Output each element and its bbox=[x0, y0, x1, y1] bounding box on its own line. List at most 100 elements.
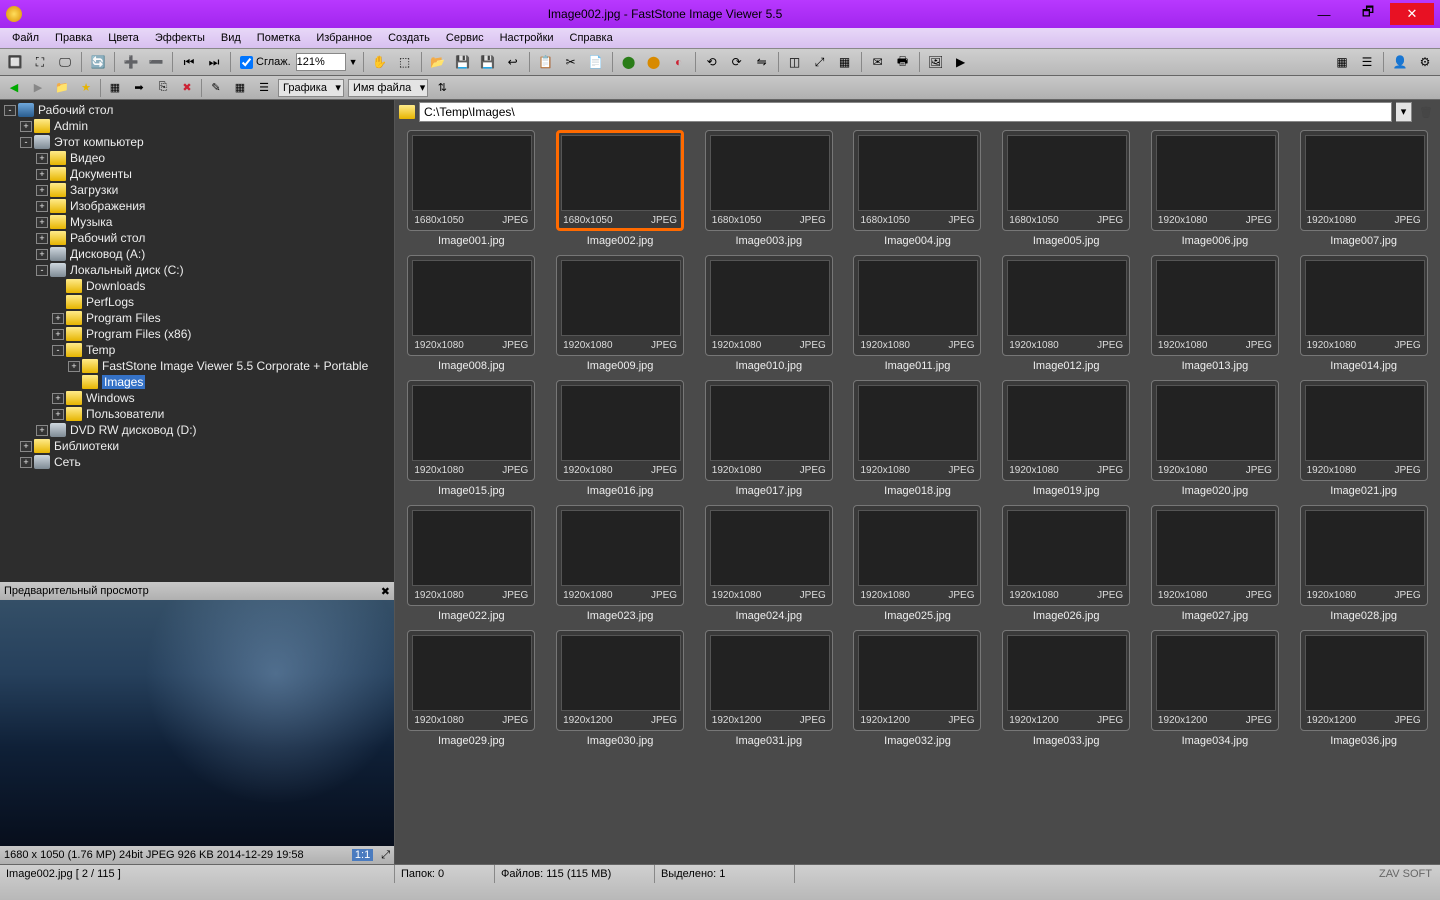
thumbnail[interactable]: 1920x1080JPEGImage016.jpg bbox=[550, 380, 691, 497]
preview-pane[interactable] bbox=[0, 600, 394, 846]
thumbnail[interactable]: 1920x1080JPEGImage014.jpg bbox=[1293, 255, 1434, 372]
flip-h-icon[interactable]: ⇋ bbox=[751, 51, 773, 73]
thumbnail[interactable]: 1920x1080JPEGImage027.jpg bbox=[1145, 505, 1286, 622]
cut-icon[interactable]: ✂ bbox=[560, 51, 582, 73]
thumbnail[interactable]: 1920x1200JPEGImage034.jpg bbox=[1145, 630, 1286, 747]
ratio-badge[interactable]: 1:1 bbox=[352, 849, 373, 861]
tree-item[interactable]: +Program Files (x86) bbox=[0, 326, 394, 342]
tree-item[interactable]: +Музыка bbox=[0, 214, 394, 230]
tree-item[interactable]: +Admin bbox=[0, 118, 394, 134]
tree-item[interactable]: -Temp bbox=[0, 342, 394, 358]
tree-item[interactable]: +Видео bbox=[0, 150, 394, 166]
zoom-in-icon[interactable]: ➕ bbox=[120, 51, 142, 73]
thumbnail[interactable]: 1920x1080JPEGImage028.jpg bbox=[1293, 505, 1434, 622]
tree-item[interactable]: +Документы bbox=[0, 166, 394, 182]
tool1-icon[interactable]: ⬤ bbox=[618, 51, 640, 73]
listview2-icon[interactable]: ☰ bbox=[254, 78, 274, 98]
menu-item[interactable]: Справка bbox=[562, 30, 621, 46]
tree-item[interactable]: -Рабочий стол bbox=[0, 102, 394, 118]
filter-dropdown[interactable]: Графика bbox=[278, 79, 344, 97]
thumbnail[interactable]: 1920x1080JPEGImage019.jpg bbox=[996, 380, 1137, 497]
fav-icon[interactable]: ★ bbox=[76, 78, 96, 98]
thumbnail[interactable]: 1920x1080JPEGImage017.jpg bbox=[698, 380, 839, 497]
select-icon[interactable]: ⬚ bbox=[394, 51, 416, 73]
thumbnail[interactable]: 1920x1080JPEGImage018.jpg bbox=[847, 380, 988, 497]
fullscreen-icon[interactable]: ⛶ bbox=[29, 51, 51, 73]
thumbnail[interactable]: 1680x1050JPEGImage004.jpg bbox=[847, 130, 988, 247]
next-icon[interactable]: ⏭ bbox=[203, 51, 225, 73]
batch-icon[interactable]: ▦ bbox=[105, 78, 125, 98]
tree-item[interactable]: -Локальный диск (C:) bbox=[0, 262, 394, 278]
thumbnail[interactable]: 1920x1080JPEGImage021.jpg bbox=[1293, 380, 1434, 497]
sortdir-icon[interactable]: ⇅ bbox=[432, 78, 452, 98]
tree-item[interactable]: +Загрузки bbox=[0, 182, 394, 198]
thumbnail[interactable]: 1920x1200JPEGImage033.jpg bbox=[996, 630, 1137, 747]
saveas-icon[interactable]: 💾 bbox=[477, 51, 499, 73]
thumbnail-grid[interactable]: 1680x1050JPEGImage001.jpg1680x1050JPEGIm… bbox=[395, 124, 1440, 864]
thumbnail[interactable]: 1920x1200JPEGImage031.jpg bbox=[698, 630, 839, 747]
delete-icon[interactable]: ✖ bbox=[177, 78, 197, 98]
open-icon[interactable]: 📂 bbox=[427, 51, 449, 73]
tree-item[interactable]: Images bbox=[0, 374, 394, 390]
thumbnail[interactable]: 1920x1080JPEGImage024.jpg bbox=[698, 505, 839, 622]
tree-item[interactable]: +Рабочий стол bbox=[0, 230, 394, 246]
copy2-icon[interactable]: ⎘ bbox=[153, 78, 173, 98]
menu-item[interactable]: Правка bbox=[47, 30, 100, 46]
thumbnail[interactable]: 1920x1080JPEGImage015.jpg bbox=[401, 380, 542, 497]
smooth-checkbox[interactable] bbox=[240, 56, 253, 69]
thumbnail[interactable]: 1920x1080JPEGImage007.jpg bbox=[1293, 130, 1434, 247]
rename-icon[interactable]: ✎ bbox=[206, 78, 226, 98]
thumbnail[interactable]: 1680x1050JPEGImage003.jpg bbox=[698, 130, 839, 247]
thumbnail[interactable]: 1920x1200JPEGImage036.jpg bbox=[1293, 630, 1434, 747]
thumbnail[interactable]: 1920x1080JPEGImage011.jpg bbox=[847, 255, 988, 372]
zoom-region-icon[interactable]: 🔲 bbox=[4, 51, 26, 73]
thumbnail[interactable]: 1680x1050JPEGImage002.jpg bbox=[550, 130, 691, 247]
menu-item[interactable]: Цвета bbox=[100, 30, 147, 46]
display-icon[interactable]: 🖵 bbox=[54, 51, 76, 73]
tree-item[interactable]: -Этот компьютер bbox=[0, 134, 394, 150]
tree-item[interactable]: +Дисковод (A:) bbox=[0, 246, 394, 262]
email-icon[interactable]: ✉ bbox=[867, 51, 889, 73]
prev-icon[interactable]: ⏮ bbox=[178, 51, 200, 73]
zoom-input[interactable] bbox=[296, 53, 346, 71]
save-icon[interactable]: 💾 bbox=[452, 51, 474, 73]
resize-icon[interactable]: ⤢ bbox=[809, 51, 831, 73]
thumbview-icon[interactable]: ▦ bbox=[230, 78, 250, 98]
preview-close-icon[interactable]: ✖ bbox=[381, 585, 390, 598]
refresh-icon[interactable]: 🔄 bbox=[87, 51, 109, 73]
slideshow-icon[interactable]: ▶ bbox=[950, 51, 972, 73]
thumbnail[interactable]: 1920x1080JPEGImage012.jpg bbox=[996, 255, 1137, 372]
close-button[interactable]: ✕ bbox=[1390, 3, 1434, 25]
view-thumb-icon[interactable]: ▦ bbox=[1331, 51, 1353, 73]
tree-item[interactable]: +DVD RW дисковод (D:) bbox=[0, 422, 394, 438]
thumbnail[interactable]: 1920x1080JPEGImage022.jpg bbox=[401, 505, 542, 622]
menu-item[interactable]: Избранное bbox=[308, 30, 380, 46]
thumbnail[interactable]: 1920x1080JPEGImage006.jpg bbox=[1145, 130, 1286, 247]
thumbnail[interactable]: 1920x1080JPEGImage026.jpg bbox=[996, 505, 1137, 622]
contact-icon[interactable]: 👤 bbox=[1389, 51, 1411, 73]
move-icon[interactable]: ➡ bbox=[129, 78, 149, 98]
view-list-icon[interactable]: ☰ bbox=[1356, 51, 1378, 73]
sort-dropdown[interactable]: Имя файла bbox=[348, 79, 428, 97]
print-icon[interactable]: 🖶 bbox=[892, 51, 914, 73]
path-delete-icon[interactable]: 🗑 bbox=[1416, 102, 1436, 122]
menu-item[interactable]: Настройки bbox=[492, 30, 562, 46]
paste-icon[interactable]: 📄 bbox=[585, 51, 607, 73]
thumbnail[interactable]: 1680x1050JPEGImage001.jpg bbox=[401, 130, 542, 247]
thumbnail[interactable]: 1920x1080JPEGImage029.jpg bbox=[401, 630, 542, 747]
tree-item[interactable]: +Изображения bbox=[0, 198, 394, 214]
thumbnail[interactable]: 1920x1200JPEGImage030.jpg bbox=[550, 630, 691, 747]
thumbnail[interactable]: 1920x1080JPEGImage025.jpg bbox=[847, 505, 988, 622]
copy-icon[interactable]: 📋 bbox=[535, 51, 557, 73]
menu-item[interactable]: Создать bbox=[380, 30, 438, 46]
thumbnail[interactable]: 1680x1050JPEGImage005.jpg bbox=[996, 130, 1137, 247]
folder-tree[interactable]: -Рабочий стол+Admin-Этот компьютер+Видео… bbox=[0, 100, 394, 582]
tree-item[interactable]: +Сеть bbox=[0, 454, 394, 470]
tree-item[interactable]: +FastStone Image Viewer 5.5 Corporate + … bbox=[0, 358, 394, 374]
menu-item[interactable]: Пометка bbox=[249, 30, 309, 46]
tree-item[interactable]: +Windows bbox=[0, 390, 394, 406]
menu-item[interactable]: Сервис bbox=[438, 30, 492, 46]
wallpaper-icon[interactable]: 🖼 bbox=[925, 51, 947, 73]
nav-up-icon[interactable]: 📁 bbox=[52, 78, 72, 98]
tree-item[interactable]: PerfLogs bbox=[0, 294, 394, 310]
